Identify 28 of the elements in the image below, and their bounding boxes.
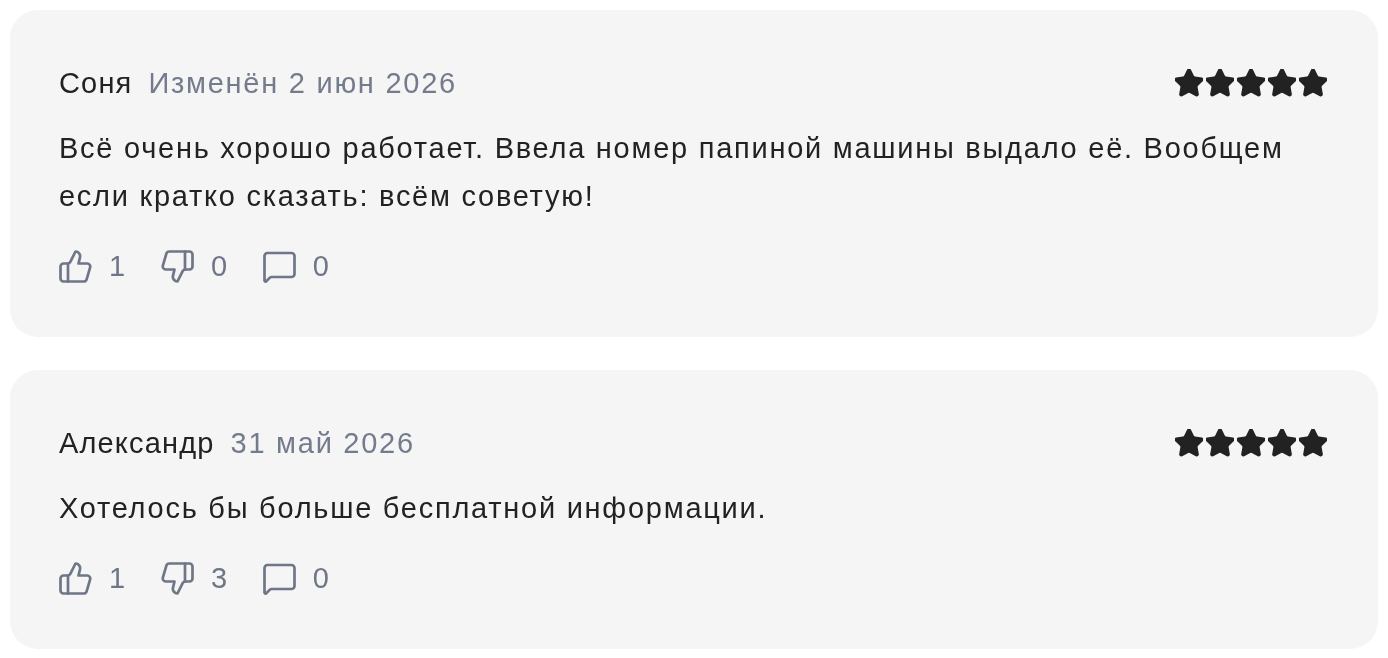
star-icon [1299,429,1327,457]
comment-icon [262,561,296,595]
review-date: 31 май 2026 [230,426,415,461]
thumbs-up-icon [59,561,92,595]
star-icon [1268,429,1296,457]
dislike-button[interactable]: 3 [160,561,229,595]
star-icon [1175,429,1203,457]
review-date: Изменён 2 июн 2026 [148,66,457,101]
like-button[interactable]: 1 [59,561,127,595]
star-icon [1268,69,1296,97]
thumbs-up-icon [59,249,92,283]
star-icon [1299,69,1327,97]
review-text: Всё очень хорошо работает. Ввела номер папиной машины выдало её. Вообщем если кратко сказать: всём советую! [59,131,1285,214]
author-name: Соня [59,66,133,101]
star-icon [1175,69,1203,97]
dislike-button[interactable]: 0 [160,249,229,283]
like-button[interactable]: 1 [59,249,127,283]
star-icon [1237,69,1265,97]
author-name: Александр [59,426,215,461]
comment-button[interactable]: 0 [262,561,331,595]
review-text: Хотелось бы больше бесплатной информации. [59,491,769,526]
comment-button[interactable]: 0 [262,249,331,283]
comment-icon [262,249,296,283]
star-icon [1206,69,1234,97]
thumbs-down-icon [160,249,194,283]
thumbs-down-icon [160,561,194,595]
star-icon [1237,429,1265,457]
star-icon [1206,429,1234,457]
